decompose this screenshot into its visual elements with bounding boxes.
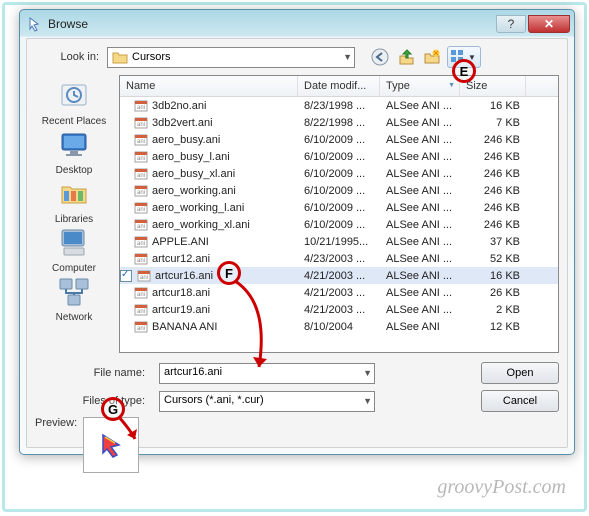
col-date[interactable]: Date modif...	[298, 76, 380, 96]
filename-input[interactable]: artcur16.ani▼	[159, 363, 375, 384]
help-button[interactable]: ?	[496, 15, 526, 33]
app-icon	[28, 16, 44, 32]
file-icon: ani	[134, 168, 148, 180]
svg-text:ani: ani	[137, 156, 145, 162]
back-button[interactable]	[369, 46, 391, 68]
file-icon: ani	[134, 202, 148, 214]
file-icon: ani	[134, 100, 148, 112]
preview-box	[83, 417, 139, 473]
open-button[interactable]: Open	[481, 362, 559, 384]
file-icon: ani	[137, 270, 151, 282]
svg-text:ani: ani	[137, 326, 145, 332]
checkbox-icon	[120, 270, 132, 282]
file-row[interactable]: aniaero_working.ani6/10/2009 ...ALSee AN…	[120, 182, 558, 199]
file-row[interactable]: aniartcur19.ani4/21/2003 ...ALSee ANI ..…	[120, 301, 558, 318]
filename-label: File name:	[35, 367, 159, 379]
preview-label: Preview:	[35, 417, 77, 429]
svg-text:ani: ani	[137, 241, 145, 247]
recent-icon	[56, 79, 92, 111]
svg-text:ani: ani	[137, 309, 145, 315]
dropdown-icon[interactable]: ▼	[363, 396, 372, 406]
svg-text:ani: ani	[137, 173, 145, 179]
file-icon: ani	[134, 253, 148, 265]
folder-icon	[112, 50, 128, 64]
file-icon: ani	[134, 151, 148, 163]
file-row[interactable]: aniartcur12.ani4/23/2003 ...ALSee ANI ..…	[120, 250, 558, 267]
file-list-header: Name Date modif... Type Size	[120, 76, 558, 97]
file-icon: ani	[134, 117, 148, 129]
browse-dialog: Browse ? ✕ Look in: Cursors ▼ ▼	[19, 9, 575, 455]
svg-text:ani: ani	[137, 292, 145, 298]
file-row[interactable]: aniBANANA ANI8/10/2004ALSee ANI12 KB	[120, 318, 558, 335]
network-icon	[56, 275, 92, 307]
up-button[interactable]	[395, 46, 417, 68]
file-icon: ani	[134, 236, 148, 248]
libraries-icon	[56, 177, 92, 209]
file-row[interactable]: aniAPPLE.ANI10/21/1995...ALSee ANI ...37…	[120, 233, 558, 250]
place-recent[interactable]: Recent Places	[42, 79, 106, 127]
places-bar: Recent Places Desktop Libraries Computer…	[35, 75, 113, 353]
watermark: groovyPost.com	[437, 476, 566, 499]
computer-icon	[56, 226, 92, 258]
place-network[interactable]: Network	[56, 275, 93, 323]
file-row[interactable]: aniaero_busy_xl.ani6/10/2009 ...ALSee AN…	[120, 165, 558, 182]
svg-text:ani: ani	[137, 258, 145, 264]
window-title: Browse	[48, 17, 494, 31]
file-row[interactable]: aniartcur16.ani4/21/2003 ...ALSee ANI ..…	[120, 267, 558, 284]
svg-text:ani: ani	[137, 224, 145, 230]
svg-text:ani: ani	[137, 207, 145, 213]
file-row[interactable]: aniaero_busy.ani6/10/2009 ...ALSee ANI .…	[120, 131, 558, 148]
file-row[interactable]: ani3db2vert.ani8/22/1998 ...ALSee ANI ..…	[120, 114, 558, 131]
annotation-e: E	[452, 59, 476, 83]
file-icon: ani	[134, 287, 148, 299]
svg-text:ani: ani	[140, 275, 148, 281]
annotation-f: F	[217, 261, 241, 285]
place-libraries[interactable]: Libraries	[55, 177, 93, 225]
lookin-value: Cursors	[132, 51, 171, 63]
file-row[interactable]: aniaero_working_l.ani6/10/2009 ...ALSee …	[120, 199, 558, 216]
filetype-label: Files of type:	[35, 395, 159, 407]
file-row[interactable]: aniaero_busy_l.ani6/10/2009 ...ALSee ANI…	[120, 148, 558, 165]
file-row[interactable]: ani3db2no.ani8/23/1998 ...ALSee ANI ...1…	[120, 97, 558, 114]
new-folder-button[interactable]	[421, 46, 443, 68]
svg-text:ani: ani	[137, 122, 145, 128]
svg-text:ani: ani	[137, 190, 145, 196]
place-desktop[interactable]: Desktop	[56, 128, 93, 176]
svg-text:ani: ani	[137, 139, 145, 145]
dropdown-icon[interactable]: ▼	[363, 368, 372, 378]
file-row[interactable]: aniartcur18.ani4/21/2003 ...ALSee ANI ..…	[120, 284, 558, 301]
lookin-combo[interactable]: Cursors ▼	[107, 47, 355, 68]
dropdown-icon: ▼	[343, 52, 352, 62]
file-icon: ani	[134, 185, 148, 197]
place-computer[interactable]: Computer	[52, 226, 96, 274]
svg-text:ani: ani	[137, 105, 145, 111]
annotation-g: G	[101, 397, 125, 421]
lookin-label: Look in:	[35, 51, 99, 63]
file-icon: ani	[134, 134, 148, 146]
titlebar: Browse ? ✕	[20, 10, 574, 37]
file-icon: ani	[134, 219, 148, 231]
file-list: Name Date modif... Type Size ani3db2no.a…	[119, 75, 559, 353]
desktop-icon	[56, 128, 92, 160]
filetype-combo[interactable]: Cursors (*.ani, *.cur)▼	[159, 391, 375, 412]
file-icon: ani	[134, 321, 148, 333]
cancel-button[interactable]: Cancel	[481, 390, 559, 412]
close-button[interactable]: ✕	[528, 15, 570, 33]
col-name[interactable]: Name	[120, 76, 298, 96]
file-icon: ani	[134, 304, 148, 316]
file-row[interactable]: aniaero_working_xl.ani6/10/2009 ...ALSee…	[120, 216, 558, 233]
col-type[interactable]: Type	[380, 76, 460, 96]
preview-cursor-icon	[97, 431, 125, 459]
